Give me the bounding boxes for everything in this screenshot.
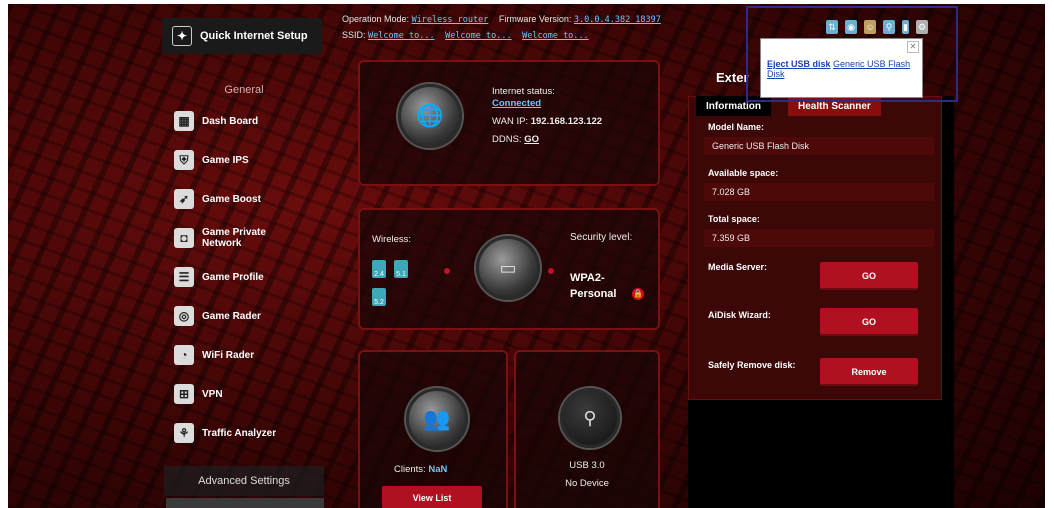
wifi-radar-icon: ◔ — [174, 345, 194, 365]
total-value: 7.359 GB — [704, 229, 934, 247]
view-list-button[interactable]: View List — [382, 486, 482, 508]
op-mode-link[interactable]: Wireless router — [412, 15, 489, 25]
sidebar-label: VPN — [202, 388, 223, 400]
usb-icon[interactable]: ⚲ — [560, 388, 620, 448]
ssid-link-2[interactable]: Welcome_to... — [445, 31, 512, 41]
media-server-label: Media Server: — [708, 262, 768, 272]
sidebar-label: Dash Board — [202, 115, 259, 127]
remove-button[interactable]: Remove — [820, 358, 918, 386]
media-server-go-button[interactable]: GO — [820, 262, 918, 290]
wan-row: WAN IP: 192.168.123.122 — [492, 116, 602, 127]
wan-value: 192.168.123.122 — [530, 116, 603, 127]
radar-icon: ◎ — [174, 306, 194, 326]
link-dot — [444, 268, 450, 274]
sidebar-item-game-profile[interactable]: ☰ Game Profile — [174, 262, 334, 292]
ddns-row: DDNS: GO — [492, 134, 539, 145]
dashboard-icon: ▦ — [174, 111, 194, 131]
advanced-first-item[interactable] — [166, 498, 324, 508]
firmware-label: Firmware Version: — [498, 14, 572, 24]
security-label: Security level: — [570, 232, 633, 243]
clients-value: NaN — [428, 464, 448, 475]
ddns-go-link[interactable]: GO — [524, 134, 539, 145]
band-icons: 2.4 5.1 — [372, 260, 416, 281]
aidisk-label: AiDisk Wizard: — [708, 310, 771, 320]
usb-status: No Device — [565, 478, 609, 489]
globe-icon[interactable]: 🌐 — [398, 84, 462, 148]
model-value: Generic USB Flash Disk — [704, 137, 934, 155]
total-label: Total space: — [708, 214, 760, 224]
eject-usb-link[interactable]: Eject USB disk — [767, 59, 831, 69]
sidebar-label: Game Private Network — [202, 227, 266, 249]
quick-internet-setup-button[interactable]: ✦ Quick Internet Setup — [162, 18, 322, 54]
ssid-link-1[interactable]: Welcome_to... — [368, 31, 435, 41]
band-51-icon[interactable]: 5.1 — [394, 260, 408, 278]
internet-status-value[interactable]: Connected — [492, 98, 541, 109]
usb-label: USB 3.0 — [569, 460, 605, 471]
ssid-link-3[interactable]: Welcome_to... — [522, 31, 589, 41]
band-52-icon[interactable]: 5.2 — [372, 288, 386, 306]
security-value: WPA2-Personal — [570, 272, 617, 300]
eject-usb-popup: ✕ Eject USB disk Generic USB Flash Disk — [760, 38, 923, 98]
shield-icon: ⛨ — [174, 150, 194, 170]
sidebar-item-game-ips[interactable]: ⛨ Game IPS — [174, 145, 334, 175]
advanced-settings-heading: Advanced Settings — [164, 466, 324, 496]
lock-icon: 🔒 — [632, 288, 644, 300]
sidebar-item-wifi-rader[interactable]: ◔ WiFi Rader — [174, 340, 334, 370]
qis-label: Quick Internet Setup — [200, 30, 308, 42]
close-icon[interactable]: ✕ — [907, 41, 919, 53]
profile-icon: ☰ — [174, 267, 194, 287]
sidebar-label: Game Rader — [202, 310, 261, 322]
wan-label: WAN IP: — [492, 116, 529, 127]
available-label: Available space: — [708, 168, 779, 178]
clients-row: Clients: NaN — [394, 464, 447, 475]
ssid-label: SSID: — [342, 30, 366, 40]
sidebar-item-game-rader[interactable]: ◎ Game Rader — [174, 301, 334, 331]
aidisk-go-button[interactable]: GO — [820, 308, 918, 336]
sidebar-label: Game Profile — [202, 271, 264, 283]
sidebar-item-traffic-analyzer[interactable]: ⚘ Traffic Analyzer — [174, 418, 334, 448]
wireless-label: Wireless: — [372, 234, 412, 245]
external-title: Exter — [716, 70, 749, 85]
firmware-link[interactable]: 3.0.0.4.382_18397 — [574, 15, 661, 25]
model-label: Model Name: — [708, 122, 765, 132]
internet-status-label: Internet status: — [492, 86, 555, 97]
band-24-icon[interactable]: 2.4 — [372, 260, 386, 278]
band-icons-row2: 5.2 — [372, 288, 394, 309]
op-mode-label: Operation Mode: — [342, 14, 410, 24]
clients-icon[interactable]: 👥 — [406, 388, 468, 450]
ddns-label: DDNS: — [492, 134, 522, 145]
traffic-icon: ⚘ — [174, 423, 194, 443]
sidebar-item-game-boost[interactable]: ➶ Game Boost — [174, 184, 334, 214]
available-value: 7.028 GB — [704, 183, 934, 201]
sidebar-label: Game IPS — [202, 154, 249, 166]
usb-panel: ⚲ USB 3.0 No Device — [514, 350, 660, 508]
status-header: Operation Mode: Wireless router Firmware… — [342, 12, 669, 44]
router-icon[interactable]: ▭ — [476, 236, 540, 300]
sidebar-label: WiFi Rader — [202, 349, 255, 361]
setup-wand-icon: ✦ — [172, 26, 192, 46]
link-dot — [548, 268, 554, 274]
vpn-icon: ⊞ — [174, 384, 194, 404]
network-icon: ◘ — [174, 228, 194, 248]
wireless-panel: Wireless: 2.4 5.1 5.2 ▭ Security level: W… — [358, 208, 660, 330]
router-dashboard: ✦ Quick Internet Setup Operation Mode: W… — [8, 4, 1045, 508]
safely-remove-label: Safely Remove disk: — [708, 360, 796, 370]
sidebar-item-vpn[interactable]: ⊞ VPN — [174, 379, 334, 409]
general-heading: General — [224, 84, 264, 96]
clients-panel: 👥 Clients: NaN View List — [358, 350, 508, 508]
sidebar-item-dash-board[interactable]: ▦ Dash Board — [174, 106, 334, 136]
internet-status-panel: 🌐 Internet status: Connected WAN IP: 192… — [358, 60, 660, 186]
sidebar-label: Traffic Analyzer — [202, 427, 277, 439]
clients-label: Clients: — [394, 464, 426, 475]
sidebar-item-game-private-network[interactable]: ◘ Game Private Network — [174, 223, 334, 253]
sidebar-label: Game Boost — [202, 193, 261, 205]
rocket-icon: ➶ — [174, 189, 194, 209]
